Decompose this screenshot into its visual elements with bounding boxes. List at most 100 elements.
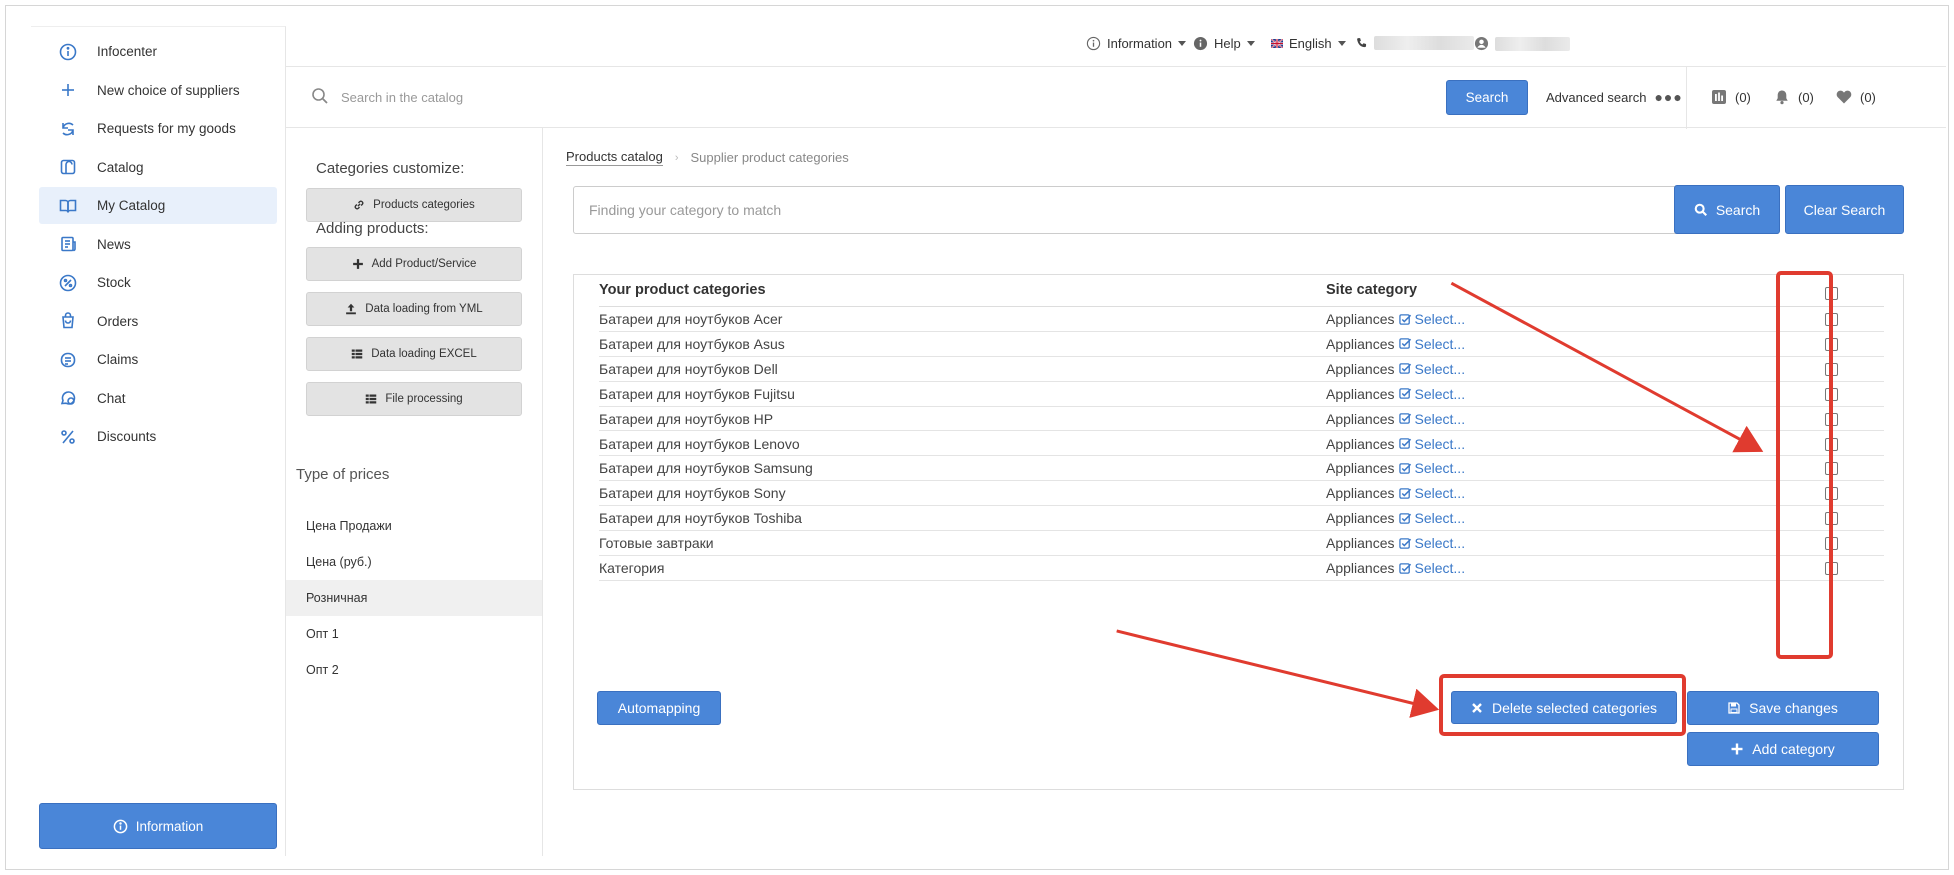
advanced-search-link[interactable]: Advanced search ●●●	[1546, 89, 1683, 105]
sidebar-item-requests-for-my-goods[interactable]: Requests for my goods	[39, 110, 277, 147]
select-site-category-link[interactable]: Select...	[1398, 335, 1466, 352]
add-product-button[interactable]: Add Product/Service	[306, 247, 522, 281]
price-type-item[interactable]: Опт 1	[286, 616, 542, 652]
user-icon	[1474, 36, 1489, 51]
book-icon	[39, 197, 97, 215]
add-category-label: Add category	[1752, 741, 1835, 757]
edit-check-icon	[1398, 562, 1411, 574]
sidebar-item-chat[interactable]: Chat	[39, 380, 277, 417]
site-category-value: Appliances	[1326, 335, 1395, 352]
sidebar-item-news[interactable]: News	[39, 226, 277, 263]
yml-upload-button[interactable]: Data loading from YML	[306, 292, 522, 326]
information-menu-label: Information	[1107, 36, 1173, 51]
column-your-categories: Your product categories	[599, 282, 766, 298]
sidebar-item-label: Stock	[97, 275, 131, 290]
sidebar-item-infocenter[interactable]: Infocenter	[39, 33, 277, 70]
products-categories-label: Products categories	[373, 199, 475, 211]
favorites-counter[interactable]: (0)	[1836, 89, 1876, 105]
table-row: Батареи для ноутбуков Lenovo Appliances Se…	[599, 432, 1884, 457]
select-label: Select...	[1414, 360, 1466, 377]
sidebar-item-catalog[interactable]: Catalog	[39, 149, 277, 186]
excel-upload-label: Data loading EXCEL	[371, 348, 477, 360]
phone-icon	[1357, 38, 1367, 48]
price-type-item[interactable]: Цена (руб.)	[286, 544, 542, 580]
sidebar-item-discounts[interactable]: Discounts	[39, 418, 277, 455]
select-site-category-link[interactable]: Select...	[1398, 436, 1465, 452]
site-category-cell: Appliances Select...	[1326, 485, 1465, 501]
automapping-button[interactable]: Automapping	[597, 691, 721, 725]
catalog-settings-column: Categories customize: Products categorie…	[286, 128, 543, 856]
table-row: Готовые завтраки Appliances Select...	[599, 531, 1884, 556]
sidebar-item-new-choice-of-suppliers[interactable]: New choice of suppliers	[39, 72, 277, 109]
select-label: Select...	[1414, 560, 1466, 576]
notifications-counter[interactable]: (0)	[1774, 89, 1814, 105]
more-dots-icon: ●●●	[1654, 89, 1683, 105]
sidebar-item-label: Requests for my goods	[97, 121, 236, 136]
sidebar-item-stock[interactable]: Stock	[39, 264, 277, 301]
price-type-item[interactable]: Цена Продажи	[286, 508, 542, 544]
select-site-category-link[interactable]: Select...	[1398, 311, 1466, 327]
table-row: Категория Appliances Select...	[599, 556, 1884, 581]
top-bar: Information Help English	[286, 26, 1946, 66]
select-site-category-link[interactable]: Select...	[1398, 485, 1465, 501]
checkbox-highlight	[1776, 271, 1833, 659]
table-row: Батареи для ноутбуков HP Appliances Select…	[599, 407, 1884, 432]
clear-search-button[interactable]: Clear Search	[1785, 185, 1904, 234]
site-category-value: Appliances	[1326, 560, 1395, 576]
add-product-label: Add Product/Service	[371, 258, 477, 270]
price-type-item[interactable]: Розничная	[286, 580, 542, 616]
table-icon	[352, 349, 363, 359]
info-circle-icon	[1086, 36, 1101, 51]
excel-upload-button[interactable]: Data loading EXCEL	[306, 337, 522, 371]
catalog-search-input[interactable]	[341, 84, 1141, 110]
save-changes-button[interactable]: Save changes	[1687, 691, 1879, 725]
plus-icon	[352, 259, 363, 269]
information-menu[interactable]: Information	[1086, 36, 1187, 51]
category-name: Батареи для ноутбуков Toshiba	[599, 510, 802, 527]
sidebar-item-claims[interactable]: Claims	[39, 341, 277, 378]
catalog-search-button[interactable]: Search	[1446, 80, 1528, 115]
edit-check-icon	[1398, 537, 1411, 549]
sidebar-item-orders[interactable]: Orders	[39, 303, 277, 340]
information-button[interactable]: Information	[39, 803, 277, 849]
notifications-count: (0)	[1798, 89, 1814, 105]
category-name: Категория	[599, 560, 665, 576]
sidebar-item-my-catalog[interactable]: My Catalog	[39, 187, 277, 224]
select-label: Select...	[1414, 385, 1466, 402]
select-site-category-link[interactable]: Select...	[1398, 411, 1465, 427]
edit-check-icon	[1398, 313, 1411, 325]
yml-upload-label: Data loading from YML	[365, 303, 483, 315]
select-site-category-link[interactable]: Select...	[1398, 460, 1465, 476]
table-row: Батареи для ноутбуков Sony Appliances Sele…	[599, 481, 1884, 507]
site-category-value: Appliances	[1326, 485, 1395, 502]
sidebar-item-label: Orders	[97, 313, 139, 329]
table-row: Батареи для ноутбуков Fujitsu Appliances S…	[599, 382, 1884, 407]
categories-customize-heading: Categories customize:	[316, 160, 465, 177]
price-type-item[interactable]: Опт 2	[286, 652, 542, 688]
select-site-category-link[interactable]: Select...	[1398, 560, 1466, 576]
select-site-category-link[interactable]: Select...	[1398, 360, 1466, 377]
breadcrumb-products-catalog[interactable]: Products catalog	[566, 149, 663, 166]
uk-flag-icon	[1271, 39, 1283, 48]
add-category-button[interactable]: Add category	[1687, 732, 1879, 766]
select-site-category-link[interactable]: Select...	[1398, 535, 1465, 551]
help-menu[interactable]: Help	[1193, 36, 1255, 51]
products-categories-button[interactable]: Products categories	[306, 188, 522, 222]
select-label: Select...	[1414, 311, 1466, 327]
compare-counter[interactable]: (0)	[1711, 89, 1751, 105]
file-processing-label: File processing	[385, 393, 463, 405]
file-processing-button[interactable]: File processing	[306, 382, 522, 416]
category-name: Готовые завтраки	[599, 535, 714, 552]
edit-check-icon	[1398, 338, 1411, 350]
edit-check-icon	[1398, 512, 1411, 524]
select-site-category-link[interactable]: Select...	[1398, 510, 1465, 526]
language-menu[interactable]: English	[1271, 36, 1346, 51]
edit-check-icon	[1398, 438, 1411, 449]
table-row: Батареи для ноутбуков Samsung Appliances S…	[599, 456, 1884, 482]
category-search-button[interactable]: Search	[1674, 185, 1780, 234]
site-category-cell: Appliances Select...	[1326, 436, 1465, 452]
user-menu[interactable]	[1474, 36, 1570, 51]
category-search-input[interactable]	[573, 186, 1677, 234]
select-label: Select...	[1414, 335, 1466, 352]
select-site-category-link[interactable]: Select...	[1398, 385, 1466, 402]
